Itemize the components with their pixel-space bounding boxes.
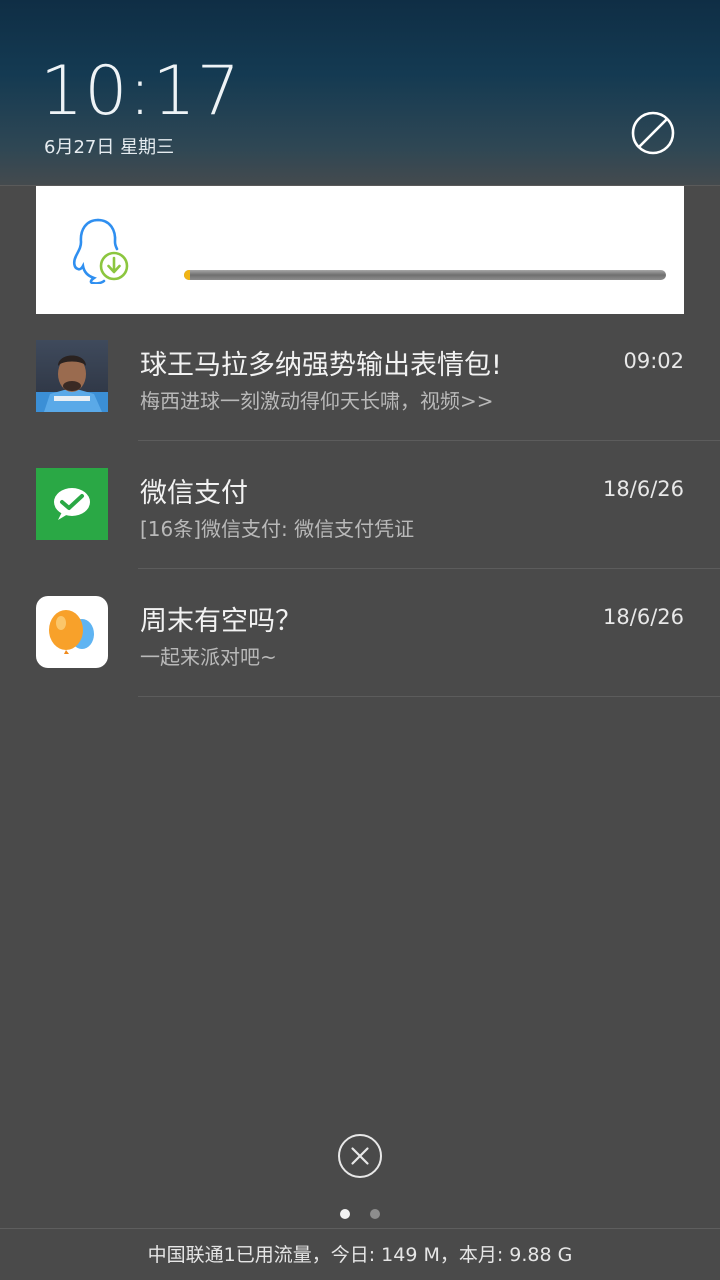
notification-title: 球王马拉多纳强势输出表情包! [140, 350, 502, 381]
divider [138, 696, 720, 697]
notification-subtitle: 梅西进球一刻激动得仰天长啸，视频>> [140, 389, 494, 413]
page-indicator [340, 1209, 380, 1219]
notification-item[interactable]: 微信支付 [16条]微信支付: 微信支付凭证 18/6/26 [0, 441, 720, 569]
download-progress-card[interactable] [36, 186, 684, 314]
clock: 10:17 [40, 52, 241, 131]
balloon-app-icon [36, 596, 108, 668]
notification-item[interactable]: 周末有空吗？ 一起来派对吧~ 18/6/26 [0, 569, 720, 697]
notification-time: 18/6/26 [603, 605, 684, 629]
clear-all-button[interactable] [337, 1133, 383, 1179]
news-thumbnail [36, 340, 108, 412]
page-dot[interactable] [370, 1209, 380, 1219]
data-usage-bar[interactable]: 中国联通1已用流量，今日: 149 M，本月: 9.88 G [0, 1228, 720, 1280]
notification-time: 09:02 [623, 349, 684, 373]
status-header: 10:17 6月27日 星期三 [0, 0, 720, 186]
notification-shade: 10:17 6月27日 星期三 球王马拉多纳强势输出表情包! 梅西进球一刻激动得… [0, 0, 720, 1280]
close-icon [338, 1134, 382, 1178]
date: 6月27日 星期三 [44, 137, 175, 158]
download-progress-bar [184, 270, 666, 280]
wechat-pay-icon [36, 468, 108, 540]
notification-title: 微信支付 [140, 478, 248, 509]
notification-title: 周末有空吗？ [140, 606, 302, 637]
notification-time: 18/6/26 [603, 477, 684, 501]
notification-subtitle: 一起来派对吧~ [140, 645, 277, 669]
notification-item[interactable]: 球王马拉多纳强势输出表情包! 梅西进球一刻激动得仰天长啸，视频>> 09:02 [0, 313, 720, 441]
notification-subtitle: [16条]微信支付: 微信支付凭证 [140, 517, 415, 541]
download-progress-fill [184, 270, 190, 280]
do-not-disturb-icon[interactable] [630, 110, 676, 156]
qq-download-icon [70, 216, 134, 285]
page-dot-active[interactable] [340, 1209, 350, 1219]
